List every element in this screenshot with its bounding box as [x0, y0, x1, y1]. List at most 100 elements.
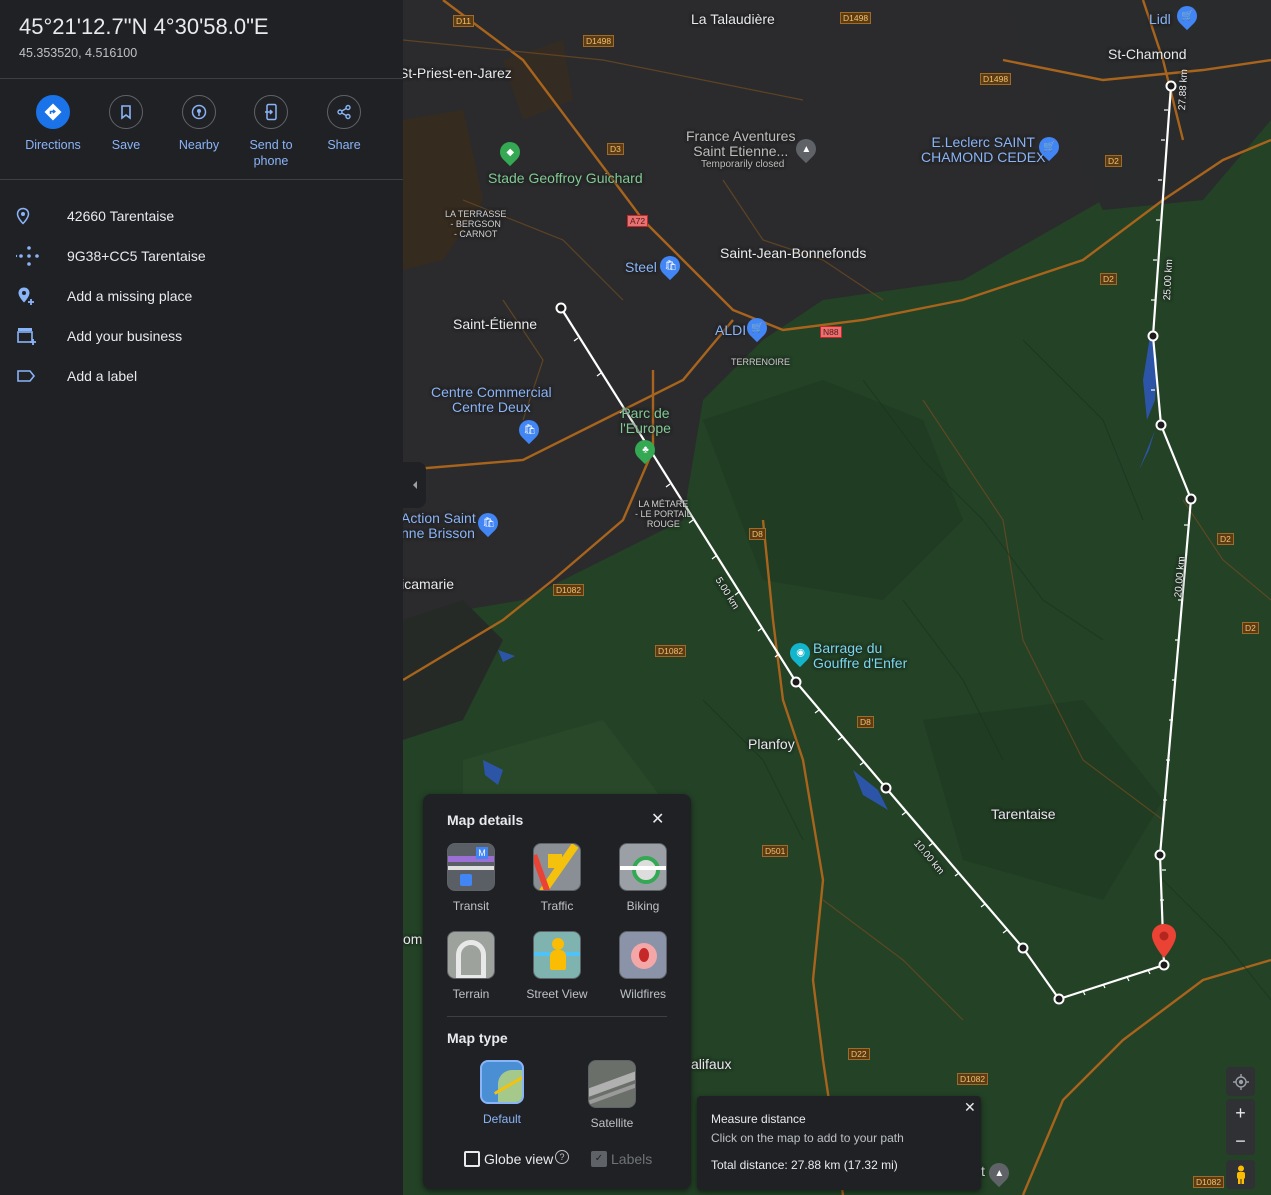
layer-terrain[interactable]: Terrain	[428, 931, 514, 1001]
road-shield: D2	[1242, 622, 1259, 634]
map-label-centre-commercial[interactable]: Centre Commercial Centre Deux	[431, 385, 552, 415]
satellite-label: Satellite	[590, 1116, 634, 1130]
map-label-la-terrasse: LA TERRASSE - BERGSON - CARNOT	[445, 209, 507, 239]
road-shield: D1498	[980, 73, 1012, 85]
add-business-row[interactable]: Add your business	[0, 316, 403, 356]
layer-traffic[interactable]: Traffic	[514, 843, 600, 913]
map-label-terrenoire: TERRENOIRE	[731, 357, 791, 367]
add-label-row[interactable]: Add a label	[0, 356, 403, 396]
map-type-default[interactable]: Default	[459, 1060, 545, 1126]
measure-title: Measure distance	[711, 1112, 806, 1126]
nearby-button[interactable]: Nearby	[163, 95, 235, 153]
globe-view-checkbox[interactable]	[464, 1151, 480, 1167]
measure-distance-card: Measure distance Click on the map to add…	[697, 1096, 981, 1190]
collapse-panel-button[interactable]	[403, 462, 426, 508]
satellite-map-icon	[588, 1060, 636, 1108]
close-icon[interactable]: ✕	[651, 812, 664, 828]
traffic-label: Traffic	[540, 899, 574, 913]
map-label-parc-europe[interactable]: Parc de l'Europe	[620, 406, 671, 436]
map-label-partial-t: t	[981, 1163, 985, 1179]
road-shield: D1082	[957, 1073, 989, 1085]
directions-button[interactable]: Directions	[17, 95, 89, 153]
road-shield: D1082	[553, 584, 585, 596]
layer-wildfires[interactable]: Wildfires	[600, 931, 686, 1001]
place-title: 45°21'12.7"N 4°30'58.0"E	[19, 14, 269, 39]
layer-transit[interactable]: M Transit	[428, 843, 514, 913]
plus-code-row[interactable]: 9G38+CC5 Tarentaise	[0, 236, 403, 276]
plus-code-icon	[16, 245, 48, 267]
map-label-barrage[interactable]: Barrage du Gouffre d'Enfer	[813, 641, 907, 671]
map-label-temporarily-closed: Temporarily closed	[701, 159, 785, 170]
map-label-tarentaise[interactable]: Tarentaise	[991, 806, 1056, 822]
road-shield: D8	[857, 716, 874, 728]
road-shield: D2	[1105, 155, 1122, 167]
directions-icon	[36, 95, 70, 129]
my-location-button[interactable]	[1226, 1067, 1255, 1096]
map-label-lidl[interactable]: Lidl	[1149, 11, 1171, 27]
map-type-satellite[interactable]: Satellite	[569, 1060, 655, 1130]
road-shield: D1498	[840, 12, 872, 24]
map-label-france-aventures[interactable]: France Aventures Saint Etienne...	[686, 129, 795, 159]
wildfires-label: Wildfires	[619, 987, 666, 1001]
close-icon[interactable]: ✕	[964, 1099, 976, 1115]
map-label-st-etienne[interactable]: Saint-Étienne	[453, 316, 537, 332]
distance-label-25km: 25.00 km	[1162, 258, 1176, 301]
road-shield: D1498	[583, 35, 615, 47]
road-shield: D3	[607, 143, 624, 155]
map-details-panel: Map details ✕ M Transit Traffic Biking T…	[423, 794, 691, 1189]
default-label: Default	[482, 1112, 522, 1126]
directions-label: Directions	[25, 138, 81, 152]
address-row[interactable]: 42660 Tarentaise	[0, 196, 403, 236]
labels-checkbox: ✓	[591, 1151, 607, 1167]
chevron-left-icon	[412, 481, 417, 489]
map-label-st-priest[interactable]: St-Priest-en-Jarez	[403, 65, 512, 81]
dropped-pin-icon[interactable]	[1151, 923, 1177, 959]
transit-label: Transit	[452, 899, 490, 913]
nearby-icon	[182, 95, 216, 129]
street-view-icon	[533, 931, 581, 979]
map-label-partial-om: om	[403, 931, 423, 947]
add-missing-place-row[interactable]: Add a missing place	[0, 276, 403, 316]
zoom-in-button[interactable]: +	[1235, 1099, 1246, 1127]
default-map-icon	[480, 1060, 524, 1104]
map-label-st-chamond[interactable]: St-Chamond	[1108, 46, 1187, 62]
send-to-phone-button[interactable]: Send to phone	[235, 95, 307, 169]
map-details-title: Map details	[447, 812, 524, 828]
map-label-action[interactable]: Action Saint nne Brisson	[403, 511, 476, 541]
map-label-ricamarie[interactable]: Ricamarie	[403, 576, 454, 592]
road-shield: N88	[820, 326, 842, 338]
add-location-icon	[16, 286, 48, 306]
road-shield: D1082	[1193, 1176, 1225, 1188]
save-button[interactable]: Save	[90, 95, 162, 153]
map-label-salifaux[interactable]: alifaux	[691, 1056, 731, 1072]
map-label-stade[interactable]: Stade Geoffroy Guichard	[488, 170, 643, 186]
divider	[447, 1016, 667, 1017]
road-shield: D11	[453, 15, 474, 27]
road-shield: D8	[749, 528, 766, 540]
save-label: Save	[111, 138, 141, 152]
layer-biking[interactable]: Biking	[600, 843, 686, 913]
layer-street-view[interactable]: Street View	[514, 931, 600, 1001]
map-label-steel[interactable]: Steel	[625, 259, 657, 275]
map-label-la-metare: LA MÉTARE - LE PORTAIL ROUGE	[635, 499, 692, 529]
map-label-leclerc[interactable]: E.Leclerc SAINT CHAMOND CEDEX	[921, 135, 1045, 165]
help-icon[interactable]: ?	[555, 1150, 569, 1164]
send-to-phone-label: Send to phone	[249, 138, 293, 168]
share-icon	[327, 95, 361, 129]
terrain-icon	[447, 931, 495, 979]
share-button[interactable]: Share	[308, 95, 380, 153]
map-label-talaudiere[interactable]: La Talaudière	[691, 11, 775, 27]
road-shield: D501	[762, 845, 789, 857]
place-decimal-coordinates[interactable]: 45.353520, 4.516100	[19, 46, 137, 60]
add-business-text: Add your business	[67, 328, 183, 344]
terrain-label: Terrain	[452, 987, 490, 1001]
divider	[0, 179, 403, 180]
send-to-phone-icon	[254, 95, 288, 129]
pegman-button[interactable]	[1226, 1160, 1255, 1189]
road-shield: D2	[1217, 533, 1234, 545]
location-pin-icon	[16, 207, 48, 225]
map-label-st-jean[interactable]: Saint-Jean-Bonnefonds	[720, 245, 866, 261]
map-label-planfoy[interactable]: Planfoy	[748, 736, 795, 752]
map-label-aldi[interactable]: ALDI	[715, 322, 746, 338]
zoom-out-button[interactable]: −	[1235, 1127, 1246, 1155]
